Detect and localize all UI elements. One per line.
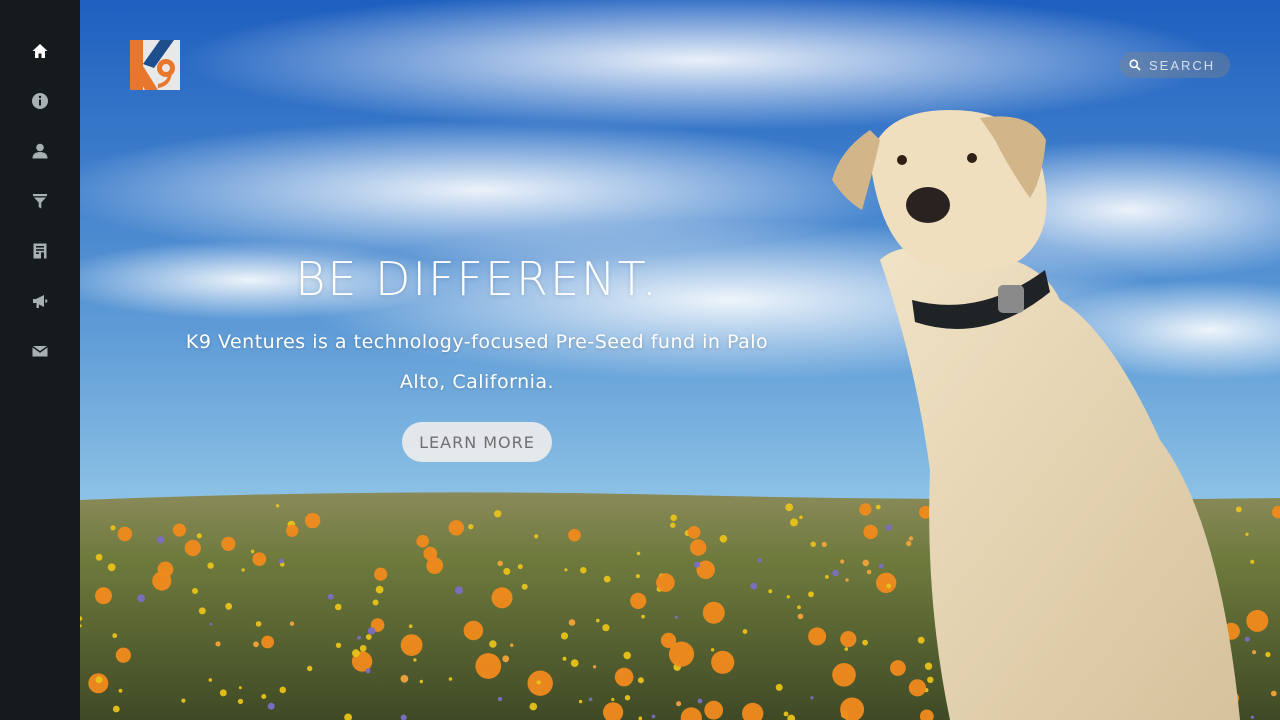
hero-section: BE DIFFERENT. K9 Ventures is a technolog… — [80, 0, 1280, 720]
search-input[interactable] — [1147, 56, 1227, 74]
sidebar-item-contact[interactable] — [0, 326, 80, 376]
search-icon — [1129, 59, 1141, 71]
sidebar-item-news[interactable] — [0, 276, 80, 326]
megaphone-icon — [33, 295, 48, 308]
hero-subtext: K9 Ventures is a technology-focused Pre-… — [185, 331, 769, 393]
page: BE DIFFERENT. K9 Ventures is a technolog… — [0, 0, 1280, 720]
logo-mark — [130, 40, 180, 90]
info-icon — [32, 93, 48, 109]
home-icon — [32, 44, 48, 58]
user-icon — [32, 143, 48, 159]
sidebar — [0, 0, 80, 720]
hero-headline: BE DIFFERENT. — [295, 252, 659, 306]
sidebar-item-about[interactable] — [0, 76, 80, 126]
sidebar-item-team[interactable] — [0, 126, 80, 176]
funnel-icon — [33, 194, 47, 209]
learn-more-button[interactable]: LEARN MORE — [402, 422, 552, 462]
k9-logo[interactable] — [130, 40, 180, 90]
sidebar-item-home[interactable] — [0, 26, 80, 76]
sidebar-item-funnel[interactable] — [0, 176, 80, 226]
sidebar-item-portfolio[interactable] — [0, 226, 80, 276]
building-icon — [33, 243, 47, 259]
mail-icon — [32, 345, 48, 357]
search-box[interactable] — [1120, 52, 1230, 78]
